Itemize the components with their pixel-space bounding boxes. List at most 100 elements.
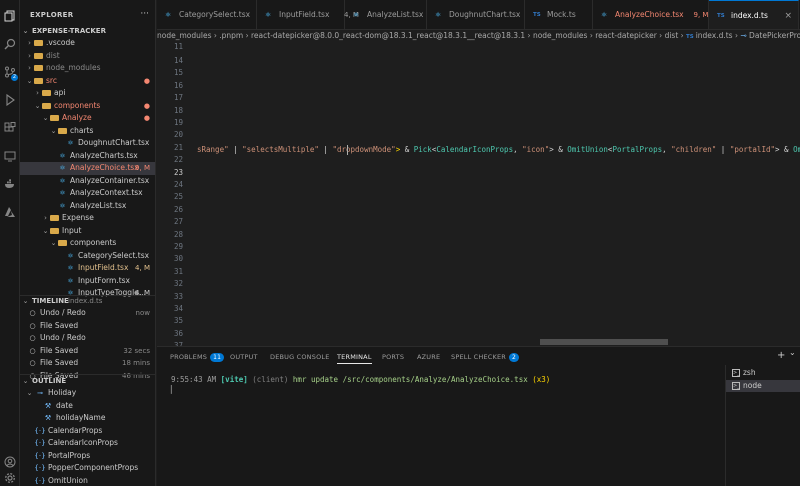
azure-icon[interactable] xyxy=(3,206,17,220)
item-label: components xyxy=(70,238,117,247)
react-file-icon: ⚛ xyxy=(265,11,272,19)
folder-item[interactable]: › api xyxy=(20,87,155,100)
panel-tab-spell-checker[interactable]: SPELL CHECKER 2 xyxy=(451,351,520,363)
breadcrumb-separator-icon: › xyxy=(678,31,687,40)
run-debug-icon[interactable] xyxy=(3,93,17,108)
tab-inputfield-tsx[interactable]: ⚛ InputField.tsx 4, M xyxy=(257,0,359,29)
panel-tab-output[interactable]: OUTPUT xyxy=(230,351,258,363)
folder-item[interactable]: › dist xyxy=(20,50,155,63)
item-label: Analyze xyxy=(62,113,92,122)
line-number: 15 xyxy=(173,68,183,78)
outline-item[interactable]: ⚒ holidayName xyxy=(20,412,155,425)
file-item[interactable]: ⚛ AnalyzeChoice.tsx 9, M xyxy=(20,162,155,175)
panel-tab-ports[interactable]: PORTS xyxy=(382,351,404,363)
account-icon[interactable] xyxy=(3,456,17,470)
outline-item[interactable]: {·} PopperComponentProps xyxy=(20,462,155,475)
folder-item[interactable]: ⌄ src ● xyxy=(20,75,155,88)
panel-tab-label: TERMINAL xyxy=(337,353,372,361)
folder-item[interactable]: ⌄ components ● xyxy=(20,100,155,113)
file-item[interactable]: ⚛ AnalyzeList.tsx xyxy=(20,200,155,213)
line-number: 11 xyxy=(173,42,183,51)
file-item[interactable]: ⚛ InputForm.tsx xyxy=(20,275,155,288)
breadcrumb-item[interactable]: node_modules xyxy=(157,31,211,40)
close-icon[interactable]: × xyxy=(784,1,792,29)
panel-tab-label: DEBUG CONSOLE xyxy=(270,353,330,361)
typescript-file-icon: TS xyxy=(686,34,696,40)
code-token: | xyxy=(716,145,730,154)
tab-label: CategorySelect.tsx xyxy=(179,10,251,19)
tab-categoryselect-tsx[interactable]: ⚛ CategorySelect.tsx xyxy=(157,0,257,29)
outline-label: date xyxy=(56,400,73,410)
file-item[interactable]: ⚛ CategorySelect.tsx xyxy=(20,250,155,263)
breadcrumb-item[interactable]: node_modules xyxy=(533,31,587,40)
tab-mock-ts[interactable]: TS Mock.ts xyxy=(525,0,593,29)
folder-icon xyxy=(58,127,67,134)
terminal-list-item[interactable]: >_ node xyxy=(726,380,800,392)
timeline-header[interactable]: ⌄ TIMELINE index.d.ts xyxy=(20,295,155,308)
breadcrumb-item[interactable]: index.d.ts xyxy=(696,31,733,40)
panel-tab-problems[interactable]: PROBLEMS 11 xyxy=(170,351,225,363)
more-actions-icon[interactable]: ··· xyxy=(140,9,149,19)
file-item[interactable]: ⚛ InputField.tsx 4, M xyxy=(20,262,155,275)
folder-item[interactable]: › node_modules xyxy=(20,62,155,75)
add-terminal-icon[interactable]: + xyxy=(777,350,785,361)
item-label: src xyxy=(46,75,57,85)
file-item[interactable]: ⚛ AnalyzeContext.tsx xyxy=(20,187,155,200)
code-line-23[interactable]: sRange" | "selectsMultiple" | "dropdownM… xyxy=(197,145,800,155)
timeline-item[interactable]: ○ File Saved xyxy=(20,320,155,333)
outline-item[interactable]: {·} OmitUnion xyxy=(20,475,155,486)
horizontal-scrollbar[interactable] xyxy=(540,339,668,345)
project-header[interactable]: ⌄ EXPENSE-TRACKER xyxy=(20,25,155,38)
source-control-icon[interactable]: 2 xyxy=(3,66,18,81)
panel-tab-azure[interactable]: AZURE xyxy=(417,351,440,363)
breadcrumb-item[interactable]: .pnpm xyxy=(219,31,243,40)
breadcrumb-item[interactable]: react-datepicker xyxy=(595,31,657,40)
timeline-item[interactable]: ○ File Saved 18 mins xyxy=(20,357,155,370)
timeline-item[interactable]: ○ File Saved 32 secs xyxy=(20,345,155,358)
folder-item[interactable]: › Expense xyxy=(20,212,155,225)
folder-item[interactable]: ⌄ Input xyxy=(20,225,155,238)
outline-item[interactable]: ⚒ date xyxy=(20,400,155,413)
tab-index-d-ts[interactable]: TS index.d.ts × xyxy=(709,0,799,29)
breadcrumb-item[interactable]: dist xyxy=(665,31,679,40)
timeline-item[interactable]: ○ Undo / Redo xyxy=(20,332,155,345)
tab-doughnutchart-tsx[interactable]: ⚛ DoughnutChart.tsx xyxy=(427,0,525,29)
extensions-icon[interactable] xyxy=(3,122,17,136)
docker-icon[interactable] xyxy=(3,178,17,192)
breadcrumb-item[interactable]: react-datepicker@8.0.0_react-dom@18.3.1_… xyxy=(251,31,525,40)
outline-item[interactable]: ⌄ ⊸ Holiday xyxy=(20,387,155,400)
tab-label: Mock.ts xyxy=(547,10,576,19)
timeline-file: index.d.ts xyxy=(68,297,103,305)
outline-item[interactable]: {·} CalendarProps xyxy=(20,425,155,438)
chevron-icon: ⌄ xyxy=(26,389,33,397)
folder-item[interactable]: ⌄ charts xyxy=(20,125,155,138)
files-icon[interactable] xyxy=(3,10,17,24)
panel-tab-debug-console[interactable]: DEBUG CONSOLE xyxy=(270,351,330,363)
file-item[interactable]: ⚛ DoughnutChart.tsx xyxy=(20,137,155,150)
tab-analyzechoice-tsx[interactable]: ⚛ AnalyzeChoice.tsx 9, M xyxy=(593,0,709,29)
folder-item[interactable]: ⌄ components xyxy=(20,237,155,250)
file-item[interactable]: ⚛ AnalyzeCharts.tsx xyxy=(20,150,155,163)
folder-item[interactable]: ⌄ Analyze ● xyxy=(20,112,155,125)
terminal-output[interactable]: 9:55:43 AM [vite] (client) hmr update /s… xyxy=(171,375,550,395)
chevron-down-icon[interactable]: ⌄ xyxy=(789,348,796,357)
terminal-list-item[interactable]: >_ zsh xyxy=(726,367,800,379)
file-item[interactable]: ⚛ AnalyzeContainer.tsx xyxy=(20,175,155,188)
remote-explorer-icon[interactable] xyxy=(3,150,17,164)
panel-tab-label: SPELL CHECKER xyxy=(451,353,507,361)
timeline-item[interactable]: ○ Undo / Redo now xyxy=(20,307,155,320)
settings-gear-icon[interactable] xyxy=(3,472,17,486)
search-icon[interactable] xyxy=(3,38,17,52)
outline-header[interactable]: ⌄ OUTLINE xyxy=(20,375,155,388)
line-number: 35 xyxy=(173,316,183,326)
panel-tab-terminal[interactable]: TERMINAL xyxy=(337,351,372,364)
tab-analyzelist-tsx[interactable]: ⚛ AnalyzeList.tsx xyxy=(345,0,427,29)
outline-item[interactable]: {·} PortalProps xyxy=(20,450,155,463)
code-editor[interactable]: 11 14 15 16 17 18 19 20 21 22 23 24 25 26 27 28 29 30 31 32… xyxy=(157,42,800,346)
folder-item[interactable]: › .vscode xyxy=(20,37,155,50)
chevron-icon: › xyxy=(44,214,47,222)
outline-item[interactable]: {·} CalendarIconProps xyxy=(20,437,155,450)
terminal-cursor: ▏ xyxy=(171,385,176,394)
panel-tab-label: AZURE xyxy=(417,353,441,361)
breadcrumb-item[interactable]: DatePickerProps xyxy=(749,31,800,40)
